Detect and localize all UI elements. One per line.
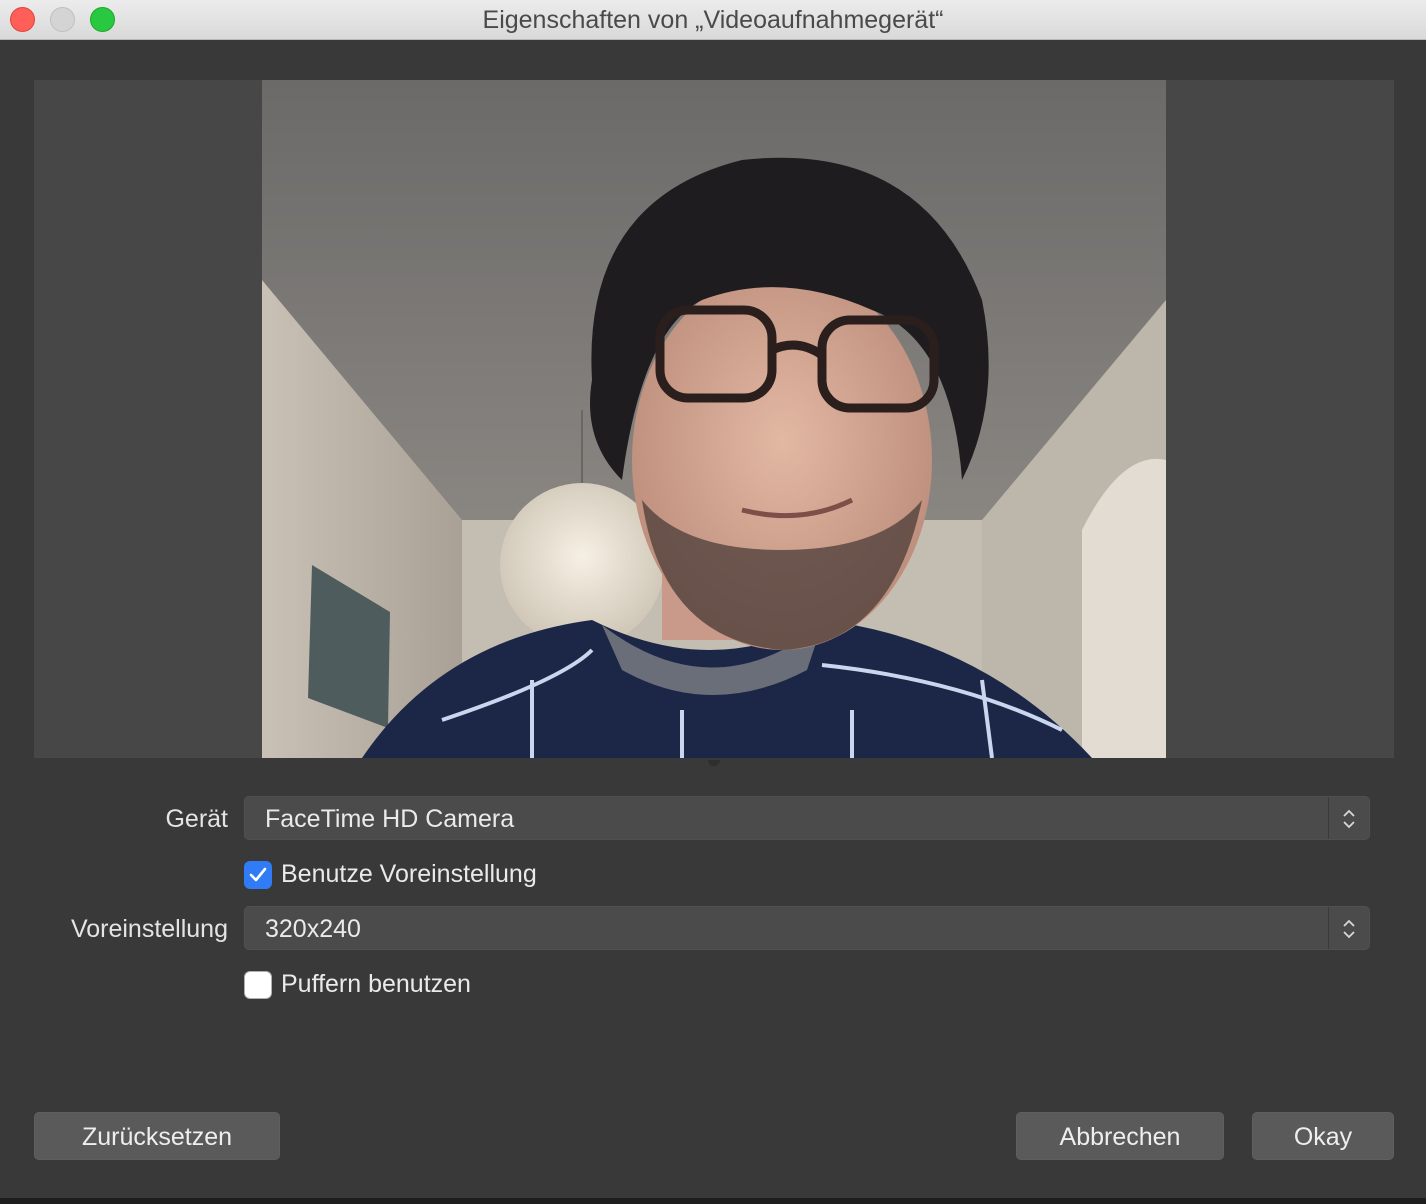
- buffering-checkbox-row[interactable]: Puffern benutzen: [244, 970, 564, 1001]
- up-down-chevrons-icon[interactable]: [1328, 907, 1369, 949]
- up-down-chevrons-icon[interactable]: [1328, 797, 1369, 839]
- checkmark-icon: [249, 867, 267, 882]
- window-title: Eigenschaften von „Videoaufnahmegerät“: [482, 6, 944, 34]
- reset-button[interactable]: Zurücksetzen: [34, 1112, 280, 1160]
- device-select[interactable]: FaceTime HD Camera: [244, 796, 1370, 840]
- device-label: Gerät: [165, 805, 228, 833]
- use-preset-label: Benutze Voreinstellung: [281, 860, 537, 888]
- use-preset-checkbox-row[interactable]: Benutze Voreinstellung: [244, 860, 644, 891]
- window-bottom-edge: [0, 1198, 1426, 1204]
- buffering-label: Puffern benutzen: [281, 970, 471, 998]
- cancel-button[interactable]: Abbrechen: [1016, 1112, 1224, 1160]
- camera-preview: [262, 80, 1166, 758]
- preset-select-value: 320x240: [265, 915, 361, 943]
- ok-button[interactable]: Okay: [1252, 1112, 1394, 1160]
- preview-resize-handle[interactable]: [708, 760, 720, 766]
- preset-select[interactable]: 320x240: [244, 906, 1370, 950]
- properties-window: Eigenschaften von „Videoaufnahmegerät“ G…: [0, 0, 1426, 1204]
- title-bar[interactable]: Eigenschaften von „Videoaufnahmegerät“: [0, 0, 1426, 40]
- use-preset-checkbox[interactable]: [244, 861, 272, 889]
- device-select-value: FaceTime HD Camera: [265, 805, 515, 833]
- preset-label: Voreinstellung: [70, 915, 228, 943]
- buffering-checkbox[interactable]: [244, 971, 272, 999]
